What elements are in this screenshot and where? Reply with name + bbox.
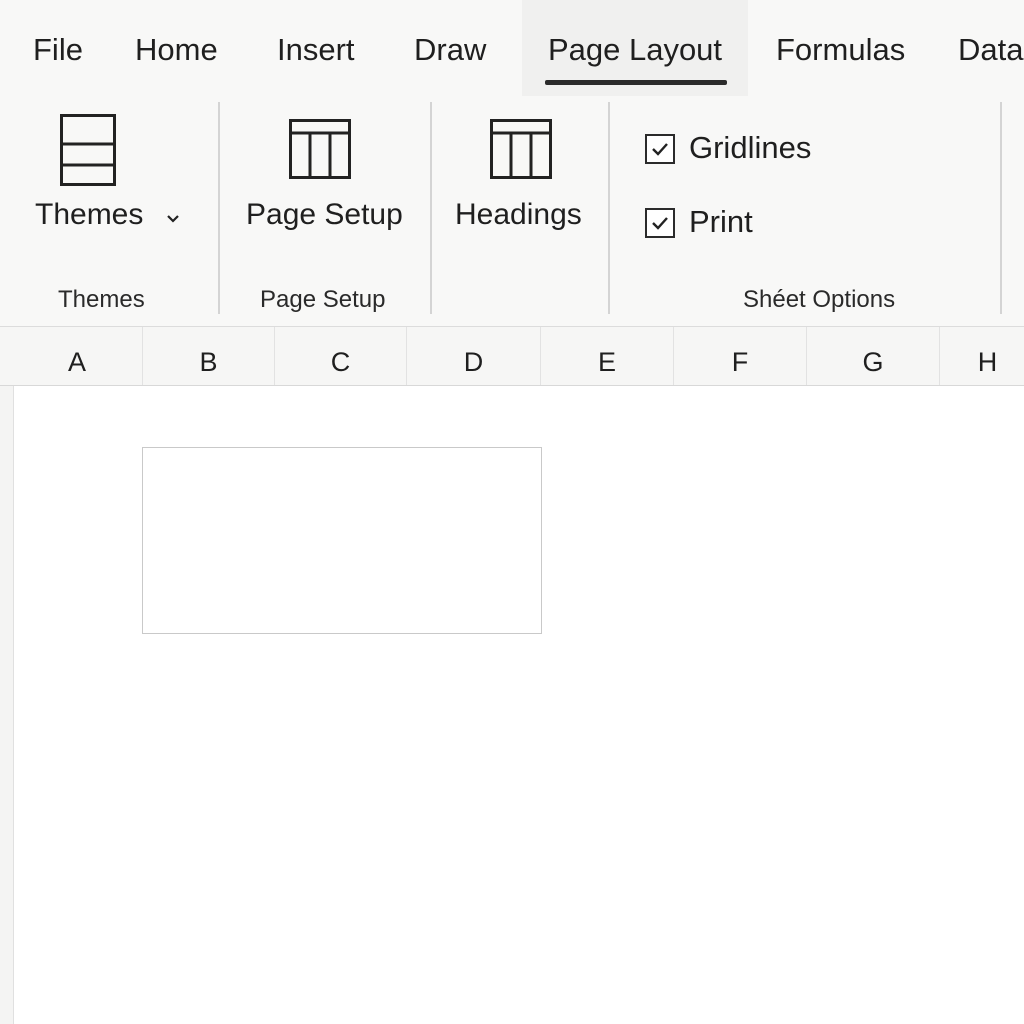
column-header-c[interactable]: C xyxy=(275,327,407,385)
themes-button-label: Themes xyxy=(35,198,144,231)
column-header-g[interactable]: G xyxy=(807,327,940,385)
gridlines-checkbox[interactable] xyxy=(645,134,675,164)
excel-window: File Home Insert Draw Page Layout Formul… xyxy=(0,0,1024,1024)
tab-file[interactable]: File xyxy=(33,0,83,96)
chevron-down-icon xyxy=(167,215,179,223)
table-columns-icon xyxy=(289,119,351,179)
tab-data[interactable]: Data xyxy=(958,0,1023,96)
tab-formulas[interactable]: Formulas xyxy=(776,0,905,96)
ribbon-tab-bar: File Home Insert Draw Page Layout Formul… xyxy=(0,0,1024,96)
print-checkbox[interactable] xyxy=(645,208,675,238)
tab-insert[interactable]: Insert xyxy=(277,0,355,96)
row-header-gutter[interactable] xyxy=(0,386,13,1024)
ribbon-separator xyxy=(430,102,432,314)
tab-draw[interactable]: Draw xyxy=(414,0,486,96)
active-tab-indicator xyxy=(545,80,727,85)
column-header-bar: A B C D E F G H xyxy=(0,327,1024,386)
column-header-a[interactable]: A xyxy=(12,327,143,385)
ribbon-separator xyxy=(218,102,220,314)
themes-layout-icon xyxy=(60,114,116,186)
gridlines-checkbox-row[interactable]: Gridlines xyxy=(645,130,825,172)
selected-cell-range[interactable] xyxy=(142,447,542,634)
column-header-e[interactable]: E xyxy=(541,327,674,385)
themes-group-label: Themes xyxy=(58,286,145,313)
headings-button[interactable]: Headings xyxy=(450,96,600,266)
print-label: Print xyxy=(689,204,753,239)
table-columns-icon xyxy=(490,119,552,179)
ribbon-separator xyxy=(1000,102,1002,314)
column-header-f[interactable]: F xyxy=(674,327,807,385)
ribbon-separator xyxy=(608,102,610,314)
ribbon-panel: Themes Themes Page Setup Page Setup Head… xyxy=(0,96,1024,327)
column-header-d[interactable]: D xyxy=(407,327,541,385)
column-header-h[interactable]: H xyxy=(940,327,1024,385)
column-header-b[interactable]: B xyxy=(143,327,275,385)
themes-button[interactable]: Themes xyxy=(30,96,200,266)
page-setup-button[interactable]: Page Setup xyxy=(240,96,416,266)
sheet-options-group-label: Shéet Options xyxy=(743,286,896,313)
checkmark-icon xyxy=(652,143,668,156)
page-setup-group-label: Page Setup xyxy=(260,286,386,313)
headings-button-label: Headings xyxy=(455,198,582,231)
tab-home[interactable]: Home xyxy=(135,0,218,96)
checkmark-icon xyxy=(652,217,668,230)
page-setup-button-label: Page Setup xyxy=(246,198,403,231)
gridlines-label: Gridlines xyxy=(689,130,812,165)
print-checkbox-row[interactable]: Print xyxy=(645,204,775,246)
